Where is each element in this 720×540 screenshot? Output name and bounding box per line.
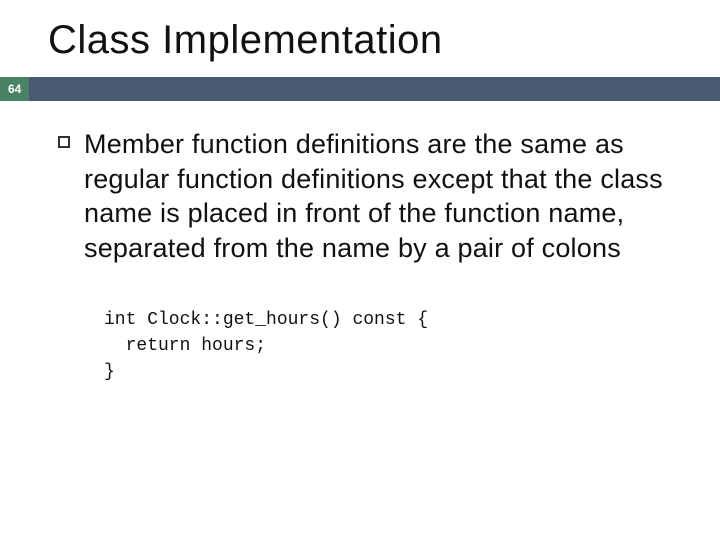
code-line: } [104, 362, 115, 382]
slide-body: Member function definitions are the same… [0, 101, 720, 385]
page-number-badge: 64 [0, 77, 29, 101]
code-line: int Clock::get_hours() const { [104, 310, 428, 330]
bullet-text: Member function definitions are the same… [84, 127, 668, 265]
square-bullet-icon [58, 136, 70, 148]
header-stripe: 64 [0, 77, 720, 101]
code-example: int Clock::get_hours() const { return ho… [104, 307, 668, 385]
slide-title: Class Implementation [0, 0, 720, 77]
slide: Class Implementation 64 Member function … [0, 0, 720, 540]
code-line: return hours; [104, 336, 266, 356]
bullet-item: Member function definitions are the same… [58, 127, 668, 265]
